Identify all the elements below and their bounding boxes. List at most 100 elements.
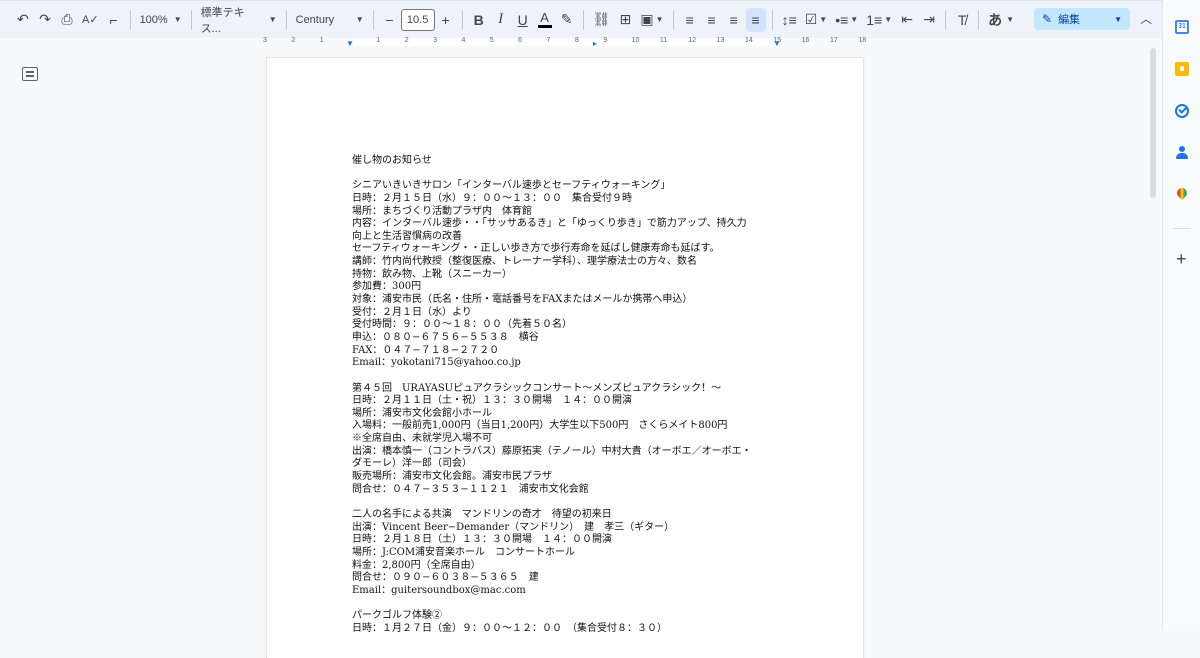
document-line[interactable]: 日時：２月１５日（水）９：００～１３：００ 集合受付９時 bbox=[352, 193, 782, 206]
align-right-icon[interactable]: ≡ bbox=[724, 8, 744, 32]
align-justify-icon[interactable]: ≡ bbox=[745, 7, 766, 32]
document-line[interactable]: 入場料：一般前売1,000円（当日1,200円）大学生以下500円 さくらメイト… bbox=[352, 420, 782, 433]
document-line[interactable]: 出演：橋本慎一（コントラバス）藤原拓実（テノール）中村大貴（オーボエ／オーボエ・ bbox=[352, 446, 782, 459]
ruler-number: 8 bbox=[574, 37, 579, 44]
numbered-list-icon[interactable]: 1≡ ▼ bbox=[863, 8, 895, 32]
document-line[interactable]: 問合せ：０９０−６０３８−５３６５ 建 bbox=[352, 572, 782, 585]
document-line[interactable]: 問合せ：０４７−３５３−１１２１ 浦安市文化会館 bbox=[352, 484, 782, 497]
toolbar-divider bbox=[672, 9, 674, 30]
chevron-down-icon: ▼ bbox=[1006, 15, 1015, 24]
document-outline-icon[interactable] bbox=[22, 67, 38, 81]
highlight-icon[interactable]: ✎ bbox=[557, 8, 577, 32]
paint-format-icon[interactable]: ⌐ bbox=[104, 8, 124, 32]
maps-icon[interactable] bbox=[1175, 188, 1189, 202]
document-line[interactable]: 参加費：300円 bbox=[352, 281, 782, 294]
document-line[interactable]: 対象：浦安市民（氏名・住所・電話番号をFAXまたはメールか携帯へ申込） bbox=[352, 294, 782, 307]
right-indent-marker[interactable]: ▼ bbox=[773, 39, 781, 48]
link-icon[interactable]: ⛓ bbox=[590, 8, 614, 32]
undo-icon[interactable]: ↶ bbox=[13, 8, 33, 32]
document-line[interactable]: 出演：Vincent Beer−Demander（マンドリン） 建 孝三（ギター… bbox=[352, 522, 782, 535]
document-line[interactable]: Email：yokotani715@yahoo.co.jp bbox=[352, 357, 782, 370]
document-line[interactable]: 向上と生活習慣病の改善 bbox=[352, 231, 782, 244]
increase-indent-icon[interactable]: ⇥ bbox=[919, 8, 939, 32]
image-icon[interactable]: ▣ ▼ bbox=[637, 8, 666, 32]
font-dropdown[interactable]: Century ▼ bbox=[292, 8, 368, 32]
line-spacing-icon[interactable]: ↕≡ bbox=[779, 8, 800, 32]
document-body[interactable]: 催し物のお知らせ シニアいきいきサロン「インターバル速歩とセーフティウォーキング」… bbox=[352, 155, 782, 635]
horizontal-ruler[interactable]: 3 2 1 1 2 3 4 5 6 7 8 9 10 11 12 13 14 15 16 17 18 ▼ ▸ ▼ bbox=[0, 37, 1162, 48]
document-line[interactable]: シニアいきいきサロン「インターバル速歩とセーフティウォーキング」 bbox=[352, 180, 782, 193]
comment-icon[interactable]: ⊞ bbox=[615, 8, 635, 32]
calendar-icon[interactable]: 31 bbox=[1175, 20, 1189, 34]
redo-icon[interactable]: ↷ bbox=[35, 8, 55, 32]
add-addon-icon[interactable]: + bbox=[1176, 250, 1187, 268]
input-tools-button[interactable]: あ ▼ bbox=[985, 8, 1017, 32]
chevron-down-icon: ▼ bbox=[173, 15, 182, 24]
ruler-number: 3 bbox=[263, 37, 267, 44]
document-line[interactable]: 催し物のお知らせ bbox=[352, 155, 782, 168]
bold-button[interactable]: B bbox=[469, 8, 489, 32]
document-line[interactable]: FAX：０４７−７１８−２７２０ bbox=[352, 345, 782, 358]
chevron-up-icon[interactable]: ︿ bbox=[1140, 10, 1152, 27]
editing-mode-label: 編集 bbox=[1058, 14, 1081, 26]
spellcheck-icon[interactable]: A✓ bbox=[79, 8, 102, 32]
italic-button[interactable]: I bbox=[491, 8, 511, 32]
checklist-icon[interactable]: ☑ ▼ bbox=[802, 8, 830, 32]
ruler-number: 10 bbox=[631, 37, 640, 44]
ruler-number: 4 bbox=[461, 37, 466, 44]
bulleted-list-icon[interactable]: •≡ ▼ bbox=[832, 8, 861, 32]
document-line[interactable]: ※全席自由、未就学児入場不可 bbox=[352, 433, 782, 446]
toolbar-divider bbox=[461, 9, 463, 30]
document-line[interactable]: 二人の名手による共演 マンドリンの奇才 待望の初来日 bbox=[352, 509, 782, 522]
left-indent-marker[interactable]: ▼ bbox=[346, 39, 354, 48]
tab-stop-marker[interactable]: ▸ bbox=[593, 39, 597, 48]
document-line[interactable]: 受付：２月１日（水）より bbox=[352, 307, 782, 320]
style-dropdown[interactable]: 標準テキス... ▼ bbox=[197, 7, 281, 35]
document-line[interactable]: 第４５回 URAYASUピュアクラシックコンサート～メンズピュアクラシック！～ bbox=[352, 383, 782, 396]
ruler-number: 2 bbox=[291, 37, 296, 44]
document-line[interactable]: 日時：１月２７日（金）９：００～１２：００ （集合受付８：３０） bbox=[352, 623, 782, 636]
document-line[interactable]: 内容：インターバル速歩・・「サッサあるき」と「ゆっくり歩き」で筋力アップ、持久力 bbox=[352, 218, 782, 231]
document-line[interactable]: ダモーレ）洋一郎（司会） bbox=[352, 458, 782, 471]
blank-line[interactable] bbox=[352, 370, 782, 383]
keep-icon[interactable] bbox=[1175, 62, 1189, 76]
document-line[interactable]: 販売場所：浦安市文化会館。浦安市民プラザ bbox=[352, 471, 782, 484]
ruler-number: 13 bbox=[716, 37, 725, 44]
document-line[interactable]: Email：guitersoundbox@mac.com bbox=[352, 585, 782, 598]
formatting-toolbar: ↶ ↷ ⎙ A✓ ⌐ 100% ▼ 標準テキス... ▼ Century ▼ − 10… bbox=[0, 0, 1162, 38]
document-line[interactable]: 講師：竹内尚代教授（整復医療、トレーナー学科）、理学療法士の方々、数名 bbox=[352, 256, 782, 269]
align-left-icon[interactable]: ≡ bbox=[680, 8, 700, 32]
vertical-scrollbar[interactable] bbox=[1150, 48, 1156, 198]
align-center-icon[interactable]: ≡ bbox=[702, 8, 722, 32]
document-line[interactable]: 場所：浦安市文化会館小ホール bbox=[352, 408, 782, 421]
blank-line[interactable] bbox=[352, 597, 782, 610]
underline-button[interactable]: U bbox=[513, 8, 533, 32]
blank-line[interactable] bbox=[352, 496, 782, 509]
tasks-icon[interactable] bbox=[1175, 104, 1189, 118]
document-line[interactable]: セーフティウォーキング・・正しい歩き方で歩行寿命を延ばし健康寿命も延ばす。 bbox=[352, 243, 782, 256]
toolbar-divider bbox=[129, 9, 131, 30]
document-line[interactable]: パークゴルフ体験② bbox=[352, 610, 782, 623]
clear-formatting-icon[interactable]: T̸ bbox=[952, 8, 972, 32]
decrease-indent-icon[interactable]: ⇤ bbox=[897, 8, 917, 32]
document-line[interactable]: 場所：J:COM浦安音楽ホール コンサートホール bbox=[352, 547, 782, 560]
font-size-input[interactable]: 10.5 bbox=[400, 8, 435, 31]
zoom-dropdown[interactable]: 100% ▼ bbox=[136, 8, 186, 32]
editing-mode-dropdown[interactable]: ✎ 編集 ▼ bbox=[1034, 8, 1130, 30]
increase-font-size-button[interactable]: + bbox=[436, 8, 456, 32]
decrease-font-size-button[interactable]: − bbox=[380, 8, 400, 32]
document-line[interactable]: 受付時間：９：００～１８：００（先着５０名） bbox=[352, 319, 782, 332]
text-color-button[interactable]: A bbox=[535, 8, 555, 32]
contacts-icon[interactable] bbox=[1175, 146, 1189, 160]
document-line[interactable]: 日時：２月１１日（土・祝）１３：３０開場 １４：００開演 bbox=[352, 395, 782, 408]
print-icon[interactable]: ⎙ bbox=[57, 8, 77, 32]
blank-line[interactable] bbox=[352, 168, 782, 181]
document-line[interactable]: 持物：飲み物、上靴（スニーカー） bbox=[352, 269, 782, 282]
toolbar-divider bbox=[190, 9, 192, 30]
ruler-number: 5 bbox=[489, 37, 494, 44]
document-line[interactable]: 場所：まちづくり活動プラザ内 体育館 bbox=[352, 206, 782, 219]
document-line[interactable]: 料金：2,800円（全席自由） bbox=[352, 560, 782, 573]
document-line[interactable]: 申込：０８０−６７５６−５５３８ 横谷 bbox=[352, 332, 782, 345]
document-line[interactable]: 日時：２月１８日（土）１３：３０開場 １４：００開演 bbox=[352, 534, 782, 547]
chevron-down-icon: ▼ bbox=[1114, 14, 1122, 24]
